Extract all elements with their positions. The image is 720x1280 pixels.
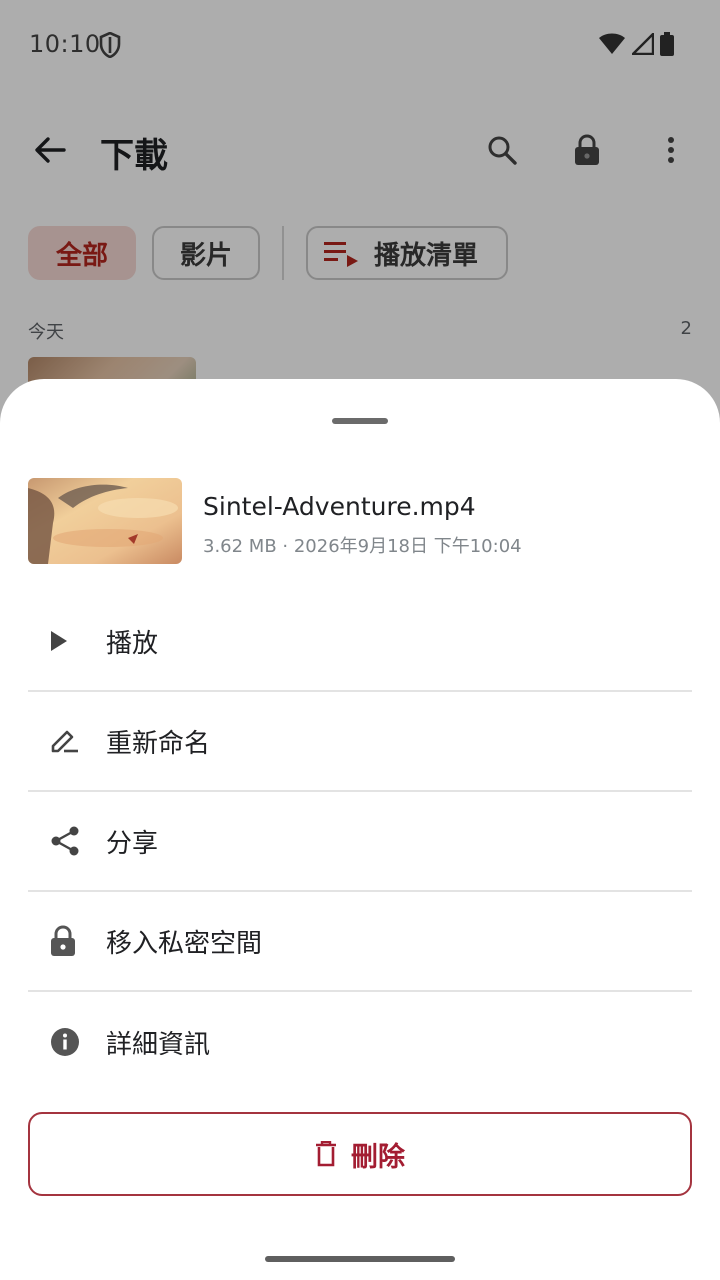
menu-item-move-to-private[interactable]: 移入私密空間 — [28, 892, 692, 992]
rename-icon — [51, 730, 78, 753]
menu-label-share: 分享 — [106, 828, 159, 859]
menu-icon-container — [28, 925, 106, 957]
file-thumbnail — [28, 478, 182, 564]
delete-button[interactable]: 刪除 — [28, 1112, 692, 1196]
menu-item-play[interactable]: 播放 — [28, 592, 692, 692]
bottom-sheet: Sintel-Adventure.mp4 3.62 MB · 2026年9月18… — [0, 379, 720, 1280]
file-name: Sintel-Adventure.mp4 — [203, 492, 476, 521]
play-icon — [51, 631, 67, 651]
gesture-navigation-handle[interactable] — [265, 1256, 455, 1262]
menu-label-move-to-private: 移入私密空間 — [106, 928, 263, 959]
menu-icon-container — [28, 1027, 106, 1057]
menu-item-share[interactable]: 分享 — [28, 792, 692, 892]
share-icon — [51, 826, 79, 856]
delete-label: 刪除 — [351, 1141, 405, 1173]
menu-item-details[interactable]: 詳細資訊 — [28, 992, 692, 1092]
menu-label-details: 詳細資訊 — [106, 1029, 211, 1060]
menu-item-rename[interactable]: 重新命名 — [28, 692, 692, 792]
trash-icon — [316, 1141, 336, 1167]
screen: 10:10 下載 全部 影片 播放清單 今天 2 Sintel-Adventur… — [0, 0, 720, 1280]
video-thumbnail-image — [28, 478, 182, 564]
menu-icon-container — [28, 826, 106, 856]
file-meta: 3.62 MB · 2026年9月18日 下午10:04 — [203, 536, 522, 557]
menu-label-play: 播放 — [106, 628, 159, 659]
menu-icon-container — [28, 630, 106, 652]
info-icon — [51, 1028, 79, 1056]
lock-icon — [51, 925, 75, 956]
menu-icon-container — [28, 727, 106, 755]
drag-handle[interactable] — [332, 418, 388, 424]
menu-label-rename: 重新命名 — [106, 728, 211, 759]
